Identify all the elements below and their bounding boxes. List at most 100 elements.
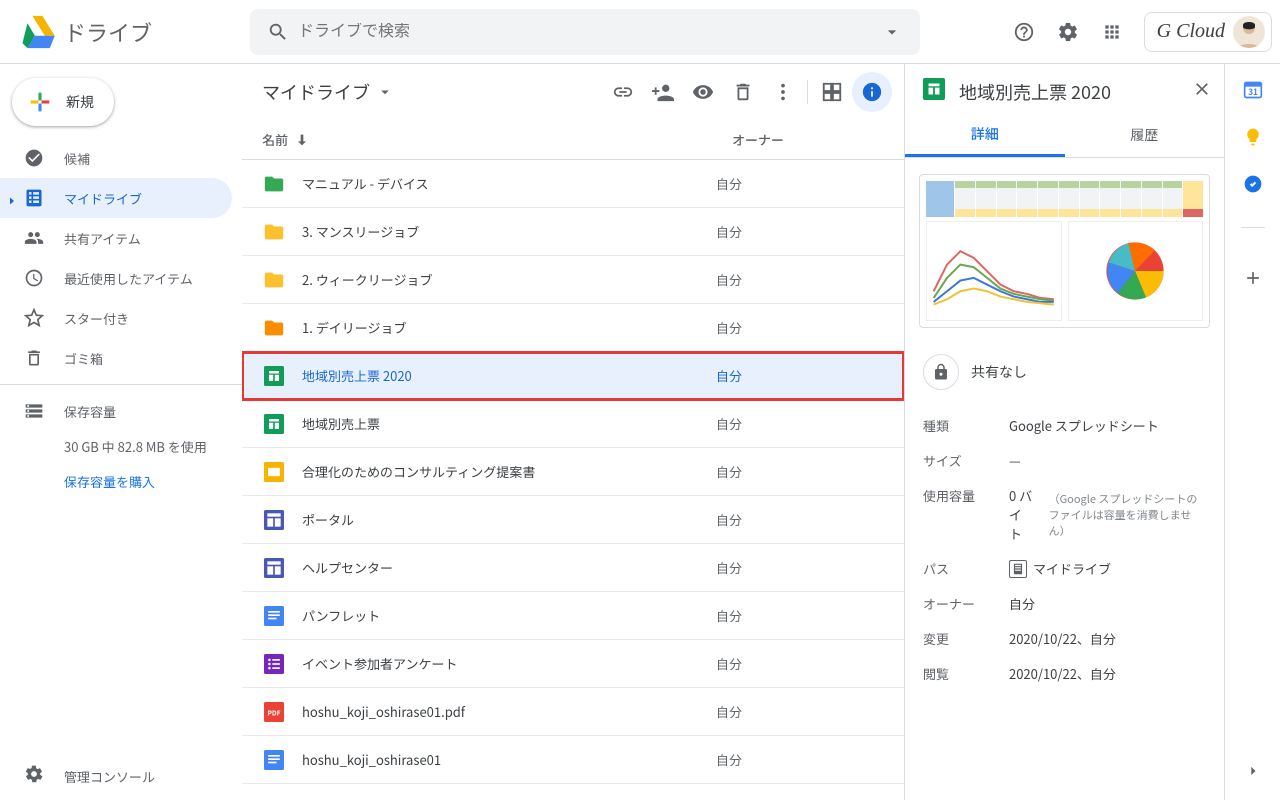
close-icon[interactable]	[1192, 79, 1212, 104]
file-name: ヘルプセンター	[286, 558, 716, 577]
file-row[interactable]: マニュアル - デバイス自分	[242, 160, 904, 208]
forms-icon	[262, 654, 286, 674]
file-owner: 自分	[716, 366, 742, 385]
folder-yellow-icon	[262, 269, 286, 291]
column-name[interactable]: 名前	[262, 130, 732, 149]
tasks-icon[interactable]	[1243, 174, 1263, 199]
file-list-pane: マイドライブ 名前 オーナー マニュアル - デバイス自分3. マンスリージョブ…	[242, 64, 904, 800]
file-owner: 自分	[716, 654, 742, 673]
file-row[interactable]: 地域別売上票 2020自分	[242, 352, 904, 400]
account-chip[interactable]: G Cloud	[1144, 12, 1272, 52]
search-icon[interactable]	[258, 12, 298, 52]
tab-history[interactable]: 履歴	[1065, 113, 1225, 157]
sidebar-item-trash[interactable]: ゴミ箱	[0, 338, 232, 378]
account-label: G Cloud	[1157, 20, 1225, 43]
trash-icon	[24, 348, 44, 368]
recent-icon	[24, 268, 44, 288]
column-owner[interactable]: オーナー	[732, 130, 884, 149]
share-icon[interactable]	[643, 72, 683, 112]
file-row[interactable]: ポータル自分	[242, 496, 904, 544]
more-icon[interactable]	[763, 72, 803, 112]
brand-name: ドライブ	[60, 16, 250, 48]
expand-icon[interactable]	[6, 192, 18, 211]
file-owner: 自分	[716, 750, 742, 769]
drive-logo[interactable]	[16, 10, 60, 54]
slides-icon	[262, 462, 286, 482]
file-name: hoshu_koji_oshirase01.pdf	[286, 702, 716, 721]
details-panel: 地域別売上票 2020 詳細 履歴	[904, 64, 1224, 800]
breadcrumb[interactable]: マイドライブ	[262, 79, 394, 105]
file-row[interactable]: パンフレット自分	[242, 592, 904, 640]
calendar-icon[interactable]: 31	[1243, 80, 1263, 105]
file-row[interactable]: ヘルプセンター自分	[242, 544, 904, 592]
side-rail: 31	[1224, 64, 1280, 800]
storage-text: 30 GB 中 82.8 MB を使用	[0, 431, 242, 464]
sidebar-item-priority[interactable]: 候補	[0, 138, 232, 178]
tab-detail[interactable]: 詳細	[905, 113, 1065, 157]
docs-icon	[262, 606, 286, 626]
file-name: 地域別売上票	[286, 414, 716, 433]
priority-icon	[24, 148, 44, 168]
folder-green-icon	[262, 173, 286, 195]
file-owner: 自分	[716, 558, 742, 577]
file-row[interactable]: 2. ウィークリージョブ自分	[242, 256, 904, 304]
file-name: イベント参加者アンケート	[286, 654, 716, 673]
sidebar-item-starred[interactable]: スター付き	[0, 298, 232, 338]
sites-icon	[262, 510, 286, 530]
svg-text:PDF: PDF	[267, 707, 280, 717]
file-row[interactable]: hoshu_koji_oshirase01自分	[242, 736, 904, 784]
docs-icon	[262, 750, 286, 770]
file-row[interactable]: PDFhoshu_koji_oshirase01.pdf自分	[242, 688, 904, 736]
new-button[interactable]: 新規	[12, 78, 114, 126]
admin-icon	[24, 764, 44, 788]
apps-icon[interactable]	[1092, 12, 1132, 52]
avatar	[1233, 16, 1265, 48]
collapse-rail-icon[interactable]	[1243, 761, 1263, 786]
file-row[interactable]: 合理化のためのコンサルティング提案書自分	[242, 448, 904, 496]
file-name: 2. ウィークリージョブ	[286, 270, 716, 289]
file-owner: 自分	[716, 414, 742, 433]
addon-plus-icon[interactable]	[1233, 258, 1273, 298]
sheets-icon	[262, 414, 286, 434]
buy-storage-link[interactable]: 保存容量を購入	[0, 464, 242, 491]
file-owner: 自分	[716, 462, 742, 481]
sidebar-item-shared[interactable]: 共有アイテム	[0, 218, 232, 258]
file-name: マニュアル - デバイス	[286, 174, 716, 193]
folder-yellow-icon	[262, 221, 286, 243]
file-name: ポータル	[286, 510, 716, 529]
sites-icon	[262, 558, 286, 578]
file-owner: 自分	[716, 270, 742, 289]
file-row[interactable]: イベント参加者アンケート自分	[242, 640, 904, 688]
search-input[interactable]	[298, 23, 872, 41]
help-icon[interactable]	[1004, 12, 1044, 52]
get-link-icon[interactable]	[603, 72, 643, 112]
sidebar-item-recent[interactable]: 最近使用したアイテム	[0, 258, 232, 298]
delete-icon[interactable]	[723, 72, 763, 112]
file-owner: 自分	[716, 318, 742, 337]
file-thumbnail[interactable]	[919, 174, 1210, 328]
shared-icon	[24, 228, 44, 248]
file-row[interactable]: 3. マンスリージョブ自分	[242, 208, 904, 256]
keep-icon[interactable]	[1243, 127, 1263, 152]
path-link[interactable]: マイドライブ	[1009, 559, 1206, 578]
sheets-icon	[923, 78, 945, 105]
sidebar-item-mydrive[interactable]: マイドライブ	[0, 178, 232, 218]
file-row[interactable]: 地域別売上票自分	[242, 400, 904, 448]
info-icon[interactable]	[852, 72, 892, 112]
layout-grid-icon[interactable]	[812, 72, 852, 112]
storage-icon	[24, 401, 44, 421]
file-row[interactable]: 1. デイリージョブ自分	[242, 304, 904, 352]
search-bar[interactable]	[250, 9, 920, 55]
preview-icon[interactable]	[683, 72, 723, 112]
file-name: パンフレット	[286, 606, 716, 625]
mydrive-icon	[24, 188, 44, 208]
sidebar-item-admin[interactable]: 管理コンソール	[0, 752, 242, 800]
file-owner: 自分	[716, 174, 742, 193]
sidebar: 新規 候補 マイドライブ 共有アイテム 最近使用したアイテム スター付き ゴミ箱…	[0, 64, 242, 800]
search-options-icon[interactable]	[872, 12, 912, 52]
file-owner: 自分	[716, 510, 742, 529]
sidebar-item-storage[interactable]: 保存容量	[0, 391, 232, 431]
settings-icon[interactable]	[1048, 12, 1088, 52]
file-owner: 自分	[716, 606, 742, 625]
file-name: 合理化のためのコンサルティング提案書	[286, 462, 716, 481]
